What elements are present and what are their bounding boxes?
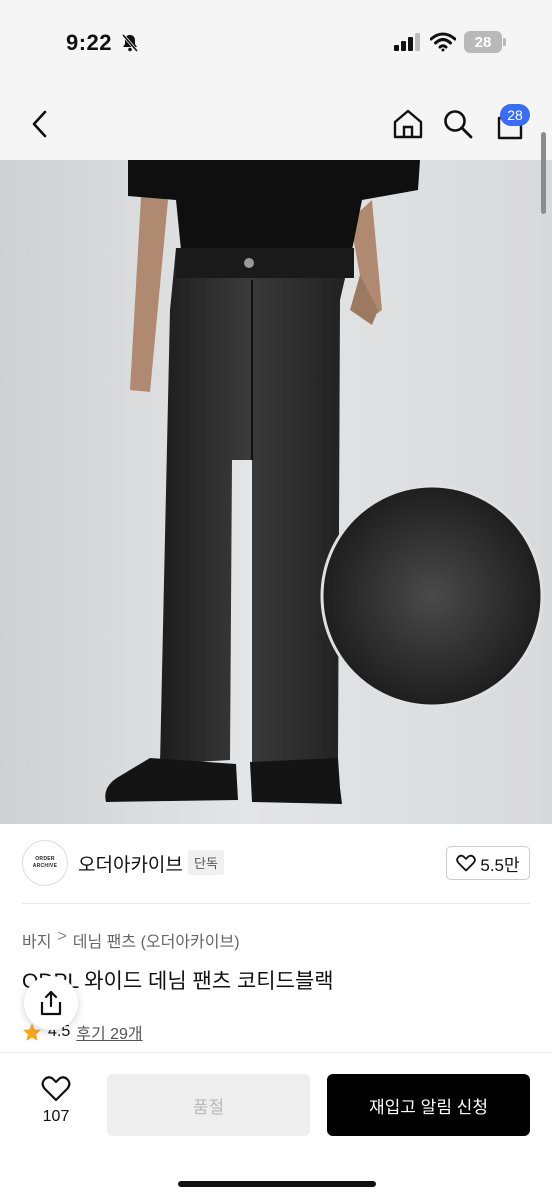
share-button[interactable]	[24, 976, 78, 1030]
silent-bell-icon	[121, 34, 139, 52]
status-indicators: 28	[394, 31, 506, 53]
brand-logo[interactable]: ORDER ARCHIVE	[22, 840, 68, 886]
restock-alert-button[interactable]: 재입고 알림 신청	[327, 1074, 530, 1136]
breadcrumb-category[interactable]: 바지	[22, 928, 51, 952]
wishlist-button[interactable]: 107	[26, 1075, 86, 1135]
breadcrumb: 바지 > 데님 팬츠 (오더아카이브)	[22, 928, 240, 952]
cart-count-badge: 28	[500, 104, 530, 126]
breadcrumb-subcategory[interactable]: 데님 팬츠 (오더아카이브)	[73, 928, 240, 952]
top-nav: 28	[0, 88, 552, 160]
brand-row: ORDER ARCHIVE 오더아카이브 단독 5.5만	[22, 836, 530, 892]
soldout-button: 품절	[107, 1074, 310, 1136]
divider	[22, 903, 530, 904]
exclusive-badge: 단독	[188, 850, 224, 875]
breadcrumb-separator: >	[57, 928, 67, 945]
search-button[interactable]	[438, 104, 478, 144]
brand-like-button[interactable]: 5.5만	[446, 846, 530, 880]
battery-indicator: 28	[464, 31, 506, 53]
status-time: 9:22	[66, 30, 113, 55]
share-icon	[40, 990, 62, 1016]
product-photo	[105, 160, 544, 804]
brand-logo-line1: ORDER	[35, 856, 55, 862]
page-scrollbar[interactable]	[541, 132, 546, 214]
home-indicator	[178, 1181, 376, 1187]
heart-icon	[41, 1076, 71, 1102]
back-button[interactable]	[22, 106, 58, 142]
home-icon	[393, 109, 423, 139]
search-icon	[444, 110, 473, 139]
bottom-action-bar: 107 품절 재입고 알림 신청	[0, 1052, 552, 1200]
brand-name[interactable]: 오더아카이브	[78, 850, 183, 877]
wishlist-count: 107	[42, 1108, 70, 1125]
review-count-link[interactable]: 후기 29개	[76, 1020, 142, 1044]
home-button[interactable]	[388, 104, 428, 144]
brand-logo-line2: ARCHIVE	[32, 863, 58, 869]
wifi-icon	[430, 32, 456, 52]
heart-icon	[456, 854, 477, 872]
brand-like-count: 5.5만	[480, 855, 520, 875]
status-bar: 9:22 28	[0, 0, 552, 88]
chevron-left-icon	[32, 110, 47, 138]
product-image[interactable]	[0, 160, 552, 824]
signal-icon	[394, 33, 420, 51]
